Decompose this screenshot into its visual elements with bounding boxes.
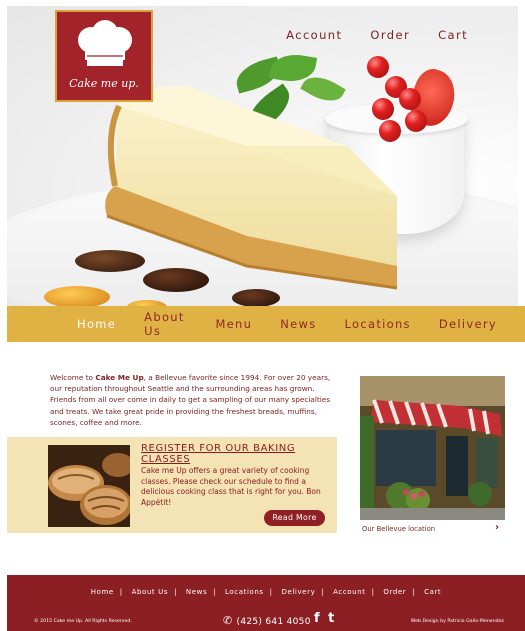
footer-nav-news[interactable]: News xyxy=(186,588,207,596)
main-nav: Home About Us Menu News Locations Delive… xyxy=(7,306,525,342)
intro-brand-name: Cake Me Up xyxy=(95,373,144,382)
red-currant xyxy=(405,110,427,132)
main-nav-news[interactable]: News xyxy=(280,317,316,331)
main-nav-menu[interactable]: Menu xyxy=(215,317,252,331)
footer-nav: Home | About Us | News | Locations | Deliver… xyxy=(7,588,525,596)
design-credit: Web Design by Patricia Gallo-Menendez xyxy=(410,619,504,624)
cheesecake-slice xyxy=(105,85,398,290)
chef-hat-icon xyxy=(78,20,132,66)
main-nav-about-us[interactable]: About Us xyxy=(144,310,187,338)
bread-illustration xyxy=(48,445,130,527)
page: Cake me up. Account Order Cart Home Abou… xyxy=(0,0,525,631)
phone-text: (425) 641 4050 xyxy=(236,617,311,627)
intro-paragraph: Welcome to Cake Me Up, a Bellevue favori… xyxy=(50,372,340,428)
footer-separator: | xyxy=(213,588,217,596)
footer-separator: | xyxy=(412,588,416,596)
logo-text: Cake me up. xyxy=(69,77,139,90)
top-nav-account[interactable]: Account xyxy=(286,28,342,42)
location-caption: Our Bellevue location xyxy=(362,525,436,533)
footer-separator: | xyxy=(321,588,325,596)
main-nav-delivery[interactable]: Delivery xyxy=(439,317,497,331)
footer-nav-order[interactable]: Order xyxy=(383,588,406,596)
footer-separator: | xyxy=(119,588,123,596)
footer-nav-account[interactable]: Account xyxy=(333,588,365,596)
top-nav-order[interactable]: Order xyxy=(370,28,410,42)
top-nav-cart[interactable]: Cart xyxy=(438,28,468,42)
footer-nav-cart[interactable]: Cart xyxy=(424,588,441,596)
bread-image xyxy=(48,445,130,527)
footer-nav-home[interactable]: Home xyxy=(91,588,114,596)
main-nav-home[interactable]: Home xyxy=(77,317,116,331)
footer-separator: | xyxy=(174,588,178,596)
social-links: f t xyxy=(314,611,336,626)
hero-image: Cake me up. Account Order Cart xyxy=(7,6,518,306)
social-text[interactable]: f t xyxy=(314,611,336,626)
phone-icon: ✆ xyxy=(223,614,233,627)
red-currant xyxy=(367,56,389,78)
promo-title[interactable]: REGISTER FOR OUR BAKING CLASSES xyxy=(141,443,337,465)
read-more-button[interactable]: Read More xyxy=(264,510,325,526)
phone-number[interactable]: ✆ (425) 641 4050 xyxy=(223,614,311,627)
footer-separator: | xyxy=(269,588,273,596)
brand-logo[interactable]: Cake me up. xyxy=(55,10,153,102)
footer: Home | About Us | News | Locations | Deliver… xyxy=(7,575,525,631)
bellevue-location-image[interactable] xyxy=(360,376,505,520)
main-nav-locations[interactable]: Locations xyxy=(345,317,411,331)
footer-nav-delivery[interactable]: Delivery xyxy=(281,588,315,596)
promo-text: Cake me Up offers a great variety of coo… xyxy=(141,466,321,507)
copyright: © 2015 Cake me Up. All Rights Reserved. xyxy=(34,619,132,624)
top-nav: Account Order Cart xyxy=(258,28,468,42)
chevron-right-icon[interactable]: › xyxy=(495,522,499,533)
storefront-illustration xyxy=(360,376,505,520)
baking-classes-promo: REGISTER FOR OUR BAKING CLASSES Cake me … xyxy=(7,437,337,533)
footer-separator: | xyxy=(371,588,375,596)
footer-nav-about-us[interactable]: About Us xyxy=(132,588,169,596)
footer-nav-locations[interactable]: Locations xyxy=(225,588,264,596)
intro-prefix: Welcome to xyxy=(50,373,96,382)
